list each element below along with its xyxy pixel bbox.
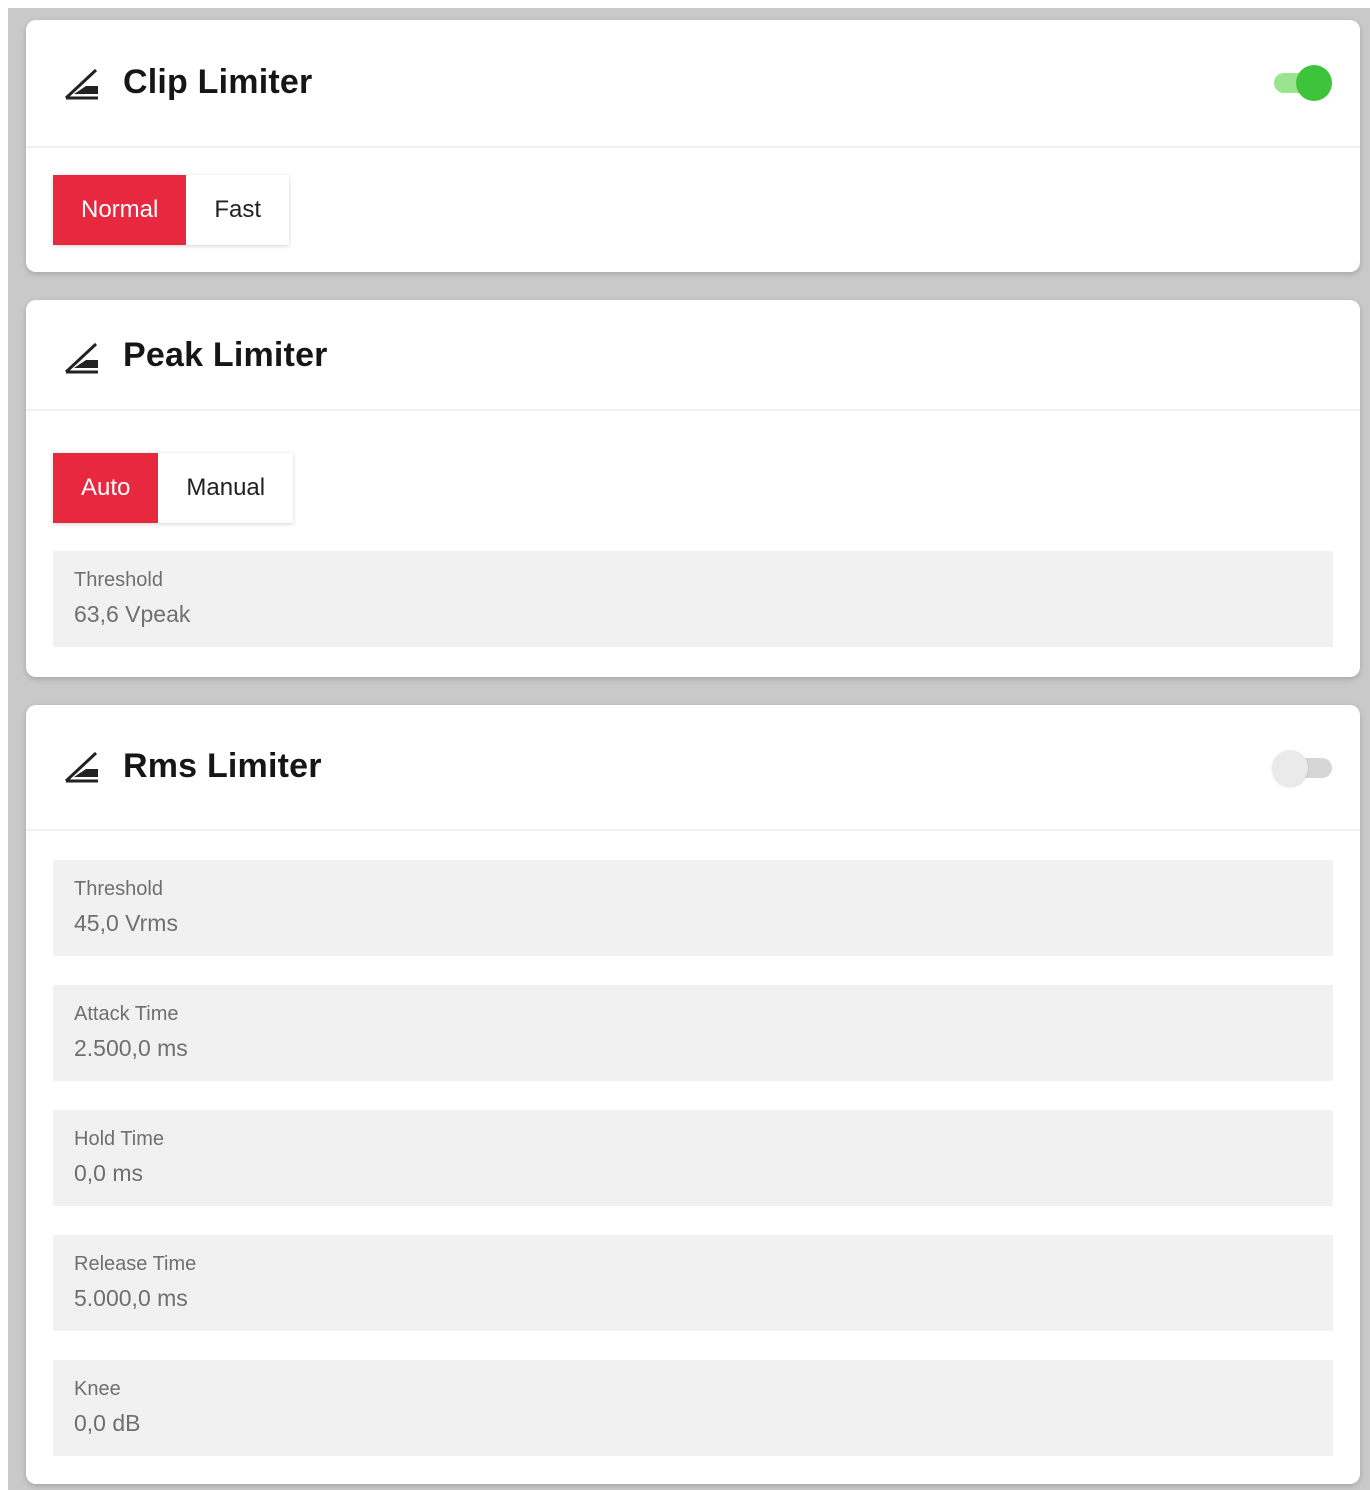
field-label: Attack Time <box>74 1003 179 1025</box>
limiter-icon <box>64 342 98 374</box>
clip-limiter-card: Clip Limiter Normal Fast <box>26 20 1360 272</box>
peak-limiter-card: Peak Limiter Auto Manual Threshold 63,6 … <box>26 300 1360 677</box>
clip-mode-selector: Normal Fast <box>53 175 290 245</box>
peak-limiter-header: Peak Limiter <box>26 300 1360 411</box>
release-time-field[interactable]: Release Time 5.000,0 ms <box>53 1235 1333 1331</box>
mode-auto-button[interactable]: Auto <box>53 453 159 523</box>
hold-time-field[interactable]: Hold Time 0,0 ms <box>53 1110 1333 1206</box>
rms-limiter-toggle[interactable] <box>1272 749 1332 786</box>
clip-limiter-header: Clip Limiter <box>26 20 1360 148</box>
field-value: 45,0 Vrms <box>74 910 178 936</box>
rms-limiter-card: Rms Limiter Threshold 45,0 Vrms Attack T… <box>26 705 1360 1484</box>
field-value: 5.000,0 ms <box>74 1285 188 1311</box>
field-value: 0,0 dB <box>74 1410 141 1436</box>
field-label: Knee <box>74 1378 121 1400</box>
mode-normal-button[interactable]: Normal <box>53 175 187 245</box>
limiter-icon <box>64 751 98 783</box>
mode-fast-button[interactable]: Fast <box>186 175 290 245</box>
limiter-icon <box>64 68 98 100</box>
knee-field[interactable]: Knee 0,0 dB <box>53 1360 1333 1456</box>
toggle-thumb <box>1272 750 1308 786</box>
clip-limiter-title: Clip Limiter <box>123 63 313 101</box>
field-value: 2.500,0 ms <box>74 1035 188 1061</box>
toggle-thumb <box>1296 65 1332 101</box>
field-value: 0,0 ms <box>74 1160 144 1186</box>
attack-time-field[interactable]: Attack Time 2.500,0 ms <box>53 985 1333 1081</box>
rms-limiter-title: Rms Limiter <box>123 747 322 785</box>
rms-limiter-header: Rms Limiter <box>26 705 1360 831</box>
peak-mode-selector: Auto Manual <box>53 453 294 523</box>
rms-threshold-field[interactable]: Threshold 45,0 Vrms <box>53 860 1333 956</box>
mode-manual-button[interactable]: Manual <box>158 453 294 523</box>
peak-threshold-field[interactable]: Threshold 63,6 Vpeak <box>53 551 1333 647</box>
field-label: Threshold <box>74 878 163 900</box>
field-label: Hold Time <box>74 1128 165 1150</box>
peak-limiter-title: Peak Limiter <box>123 336 328 374</box>
limiter-settings-page: Clip Limiter Normal Fast Peak Limiter Au… <box>8 8 1370 1490</box>
field-label: Release Time <box>74 1253 197 1275</box>
field-value: 63,6 Vpeak <box>74 601 191 627</box>
clip-limiter-toggle[interactable] <box>1272 64 1332 101</box>
field-label: Threshold <box>74 569 163 591</box>
